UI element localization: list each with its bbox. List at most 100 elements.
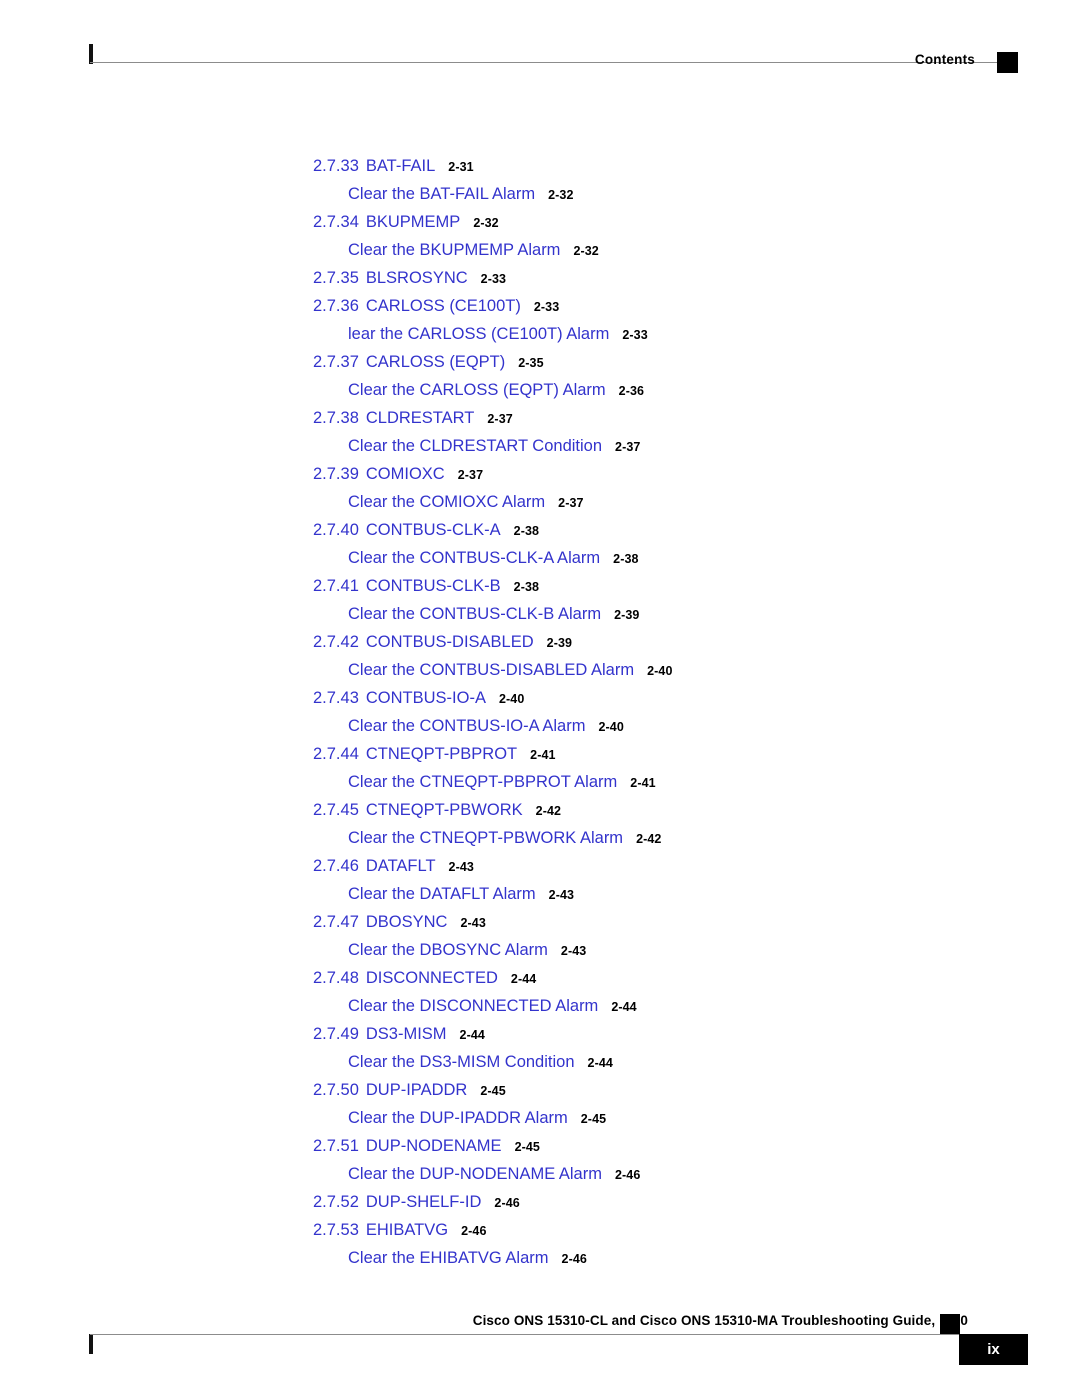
toc-entry-title[interactable]: CONTBUS-IO-A	[366, 689, 486, 707]
toc-entry-page-number[interactable]: 2-40	[598, 720, 623, 734]
toc-entry[interactable]: Clear the BKUPMEMP Alarm 2-32	[0, 236, 1080, 264]
toc-entry-page-number[interactable]: 2-37	[487, 412, 512, 426]
toc-entry[interactable]: 2.7.46 DATAFLT 2-43	[0, 852, 1080, 880]
toc-entry[interactable]: 2.7.42 CONTBUS-DISABLED 2-39	[0, 628, 1080, 656]
toc-entry[interactable]: Clear the CONTBUS-IO-A Alarm 2-40	[0, 712, 1080, 740]
toc-entry-title[interactable]: Clear the BAT-FAIL Alarm	[348, 185, 535, 203]
toc-entry[interactable]: 2.7.52 DUP-SHELF-ID 2-46	[0, 1188, 1080, 1216]
toc-entry[interactable]: Clear the EHIBATVG Alarm 2-46	[0, 1244, 1080, 1272]
toc-entry[interactable]: 2.7.48 DISCONNECTED 2-44	[0, 964, 1080, 992]
toc-entry-page-number[interactable]: 2-43	[449, 860, 474, 874]
toc-entry-title[interactable]: Clear the CONTBUS-DISABLED Alarm	[348, 661, 634, 679]
toc-entry-title[interactable]: CTNEQPT-PBWORK	[366, 801, 523, 819]
toc-entry-title[interactable]: DUP-SHELF-ID	[366, 1193, 482, 1211]
toc-entry-title[interactable]: BKUPMEMP	[366, 213, 460, 231]
toc-entry-page-number[interactable]: 2-39	[614, 608, 639, 622]
toc-entry-title[interactable]: Clear the COMIOXC Alarm	[348, 493, 545, 511]
toc-entry-title[interactable]: Clear the CARLOSS (EQPT) Alarm	[348, 381, 606, 399]
toc-entry-page-number[interactable]: 2-46	[562, 1252, 587, 1266]
toc-entry-page-number[interactable]: 2-33	[622, 328, 647, 342]
toc-entry-title[interactable]: CTNEQPT-PBPROT	[366, 745, 517, 763]
toc-entry[interactable]: 2.7.53 EHIBATVG 2-46	[0, 1216, 1080, 1244]
toc-entry-page-number[interactable]: 2-45	[515, 1140, 540, 1154]
toc-entry-page-number[interactable]: 2-35	[518, 356, 543, 370]
toc-entry-title[interactable]: Clear the BKUPMEMP Alarm	[348, 241, 560, 259]
toc-entry-title[interactable]: DUP-IPADDR	[366, 1081, 467, 1099]
toc-entry[interactable]: Clear the CONTBUS-DISABLED Alarm 2-40	[0, 656, 1080, 684]
toc-entry-page-number[interactable]: 2-44	[611, 1000, 636, 1014]
toc-entry[interactable]: 2.7.47 DBOSYNC 2-43	[0, 908, 1080, 936]
toc-entry-page-number[interactable]: 2-37	[615, 440, 640, 454]
toc-entry-page-number[interactable]: 2-37	[558, 496, 583, 510]
toc-entry[interactable]: Clear the CONTBUS-CLK-B Alarm 2-39	[0, 600, 1080, 628]
toc-entry-title[interactable]: Clear the CTNEQPT-PBWORK Alarm	[348, 829, 623, 847]
toc-entry-page-number[interactable]: 2-46	[494, 1196, 519, 1210]
toc-entry-title[interactable]: Clear the DBOSYNC Alarm	[348, 941, 548, 959]
toc-entry[interactable]: Clear the CTNEQPT-PBWORK Alarm 2-42	[0, 824, 1080, 852]
toc-entry[interactable]: 2.7.45 CTNEQPT-PBWORK 2-42	[0, 796, 1080, 824]
toc-entry-page-number[interactable]: 2-32	[473, 216, 498, 230]
toc-entry[interactable]: 2.7.36 CARLOSS (CE100T) 2-33	[0, 292, 1080, 320]
toc-entry-page-number[interactable]: 2-38	[514, 580, 539, 594]
toc-entry-title[interactable]: Clear the DS3-MISM Condition	[348, 1053, 575, 1071]
toc-entry-page-number[interactable]: 2-36	[619, 384, 644, 398]
toc-entry-title[interactable]: Clear the DISCONNECTED Alarm	[348, 997, 598, 1015]
toc-entry[interactable]: Clear the CLDRESTART Condition 2-37	[0, 432, 1080, 460]
toc-entry-page-number[interactable]: 2-43	[561, 944, 586, 958]
toc-entry-title[interactable]: CLDRESTART	[366, 409, 475, 427]
toc-entry-page-number[interactable]: 2-33	[534, 300, 559, 314]
toc-entry[interactable]: 2.7.34 BKUPMEMP 2-32	[0, 208, 1080, 236]
toc-entry-page-number[interactable]: 2-41	[530, 748, 555, 762]
toc-entry-page-number[interactable]: 2-41	[630, 776, 655, 790]
toc-entry-page-number[interactable]: 2-44	[511, 972, 536, 986]
toc-entry-page-number[interactable]: 2-46	[615, 1168, 640, 1182]
toc-entry-page-number[interactable]: 2-40	[499, 692, 524, 706]
toc-entry[interactable]: Clear the DUP-NODENAME Alarm 2-46	[0, 1160, 1080, 1188]
toc-entry-page-number[interactable]: 2-33	[481, 272, 506, 286]
toc-entry-title[interactable]: Clear the CONTBUS-CLK-A Alarm	[348, 549, 600, 567]
toc-entry-page-number[interactable]: 2-44	[460, 1028, 485, 1042]
toc-entry[interactable]: 2.7.38 CLDRESTART 2-37	[0, 404, 1080, 432]
toc-entry-title[interactable]: CONTBUS-CLK-A	[366, 521, 501, 539]
toc-entry-title[interactable]: CONTBUS-DISABLED	[366, 633, 534, 651]
toc-entry-page-number[interactable]: 2-37	[458, 468, 483, 482]
toc-entry[interactable]: Clear the CTNEQPT-PBPROT Alarm 2-41	[0, 768, 1080, 796]
toc-entry[interactable]: 2.7.37 CARLOSS (EQPT) 2-35	[0, 348, 1080, 376]
toc-entry[interactable]: 2.7.49 DS3-MISM 2-44	[0, 1020, 1080, 1048]
toc-entry[interactable]: 2.7.50 DUP-IPADDR 2-45	[0, 1076, 1080, 1104]
toc-entry-page-number[interactable]: 2-46	[461, 1224, 486, 1238]
toc-entry[interactable]: 2.7.41 CONTBUS-CLK-B 2-38	[0, 572, 1080, 600]
toc-entry-title[interactable]: Clear the DATAFLT Alarm	[348, 885, 536, 903]
toc-entry-page-number[interactable]: 2-38	[613, 552, 638, 566]
toc-entry-page-number[interactable]: 2-43	[460, 916, 485, 930]
toc-entry-title[interactable]: BLSROSYNC	[366, 269, 468, 287]
toc-entry-page-number[interactable]: 2-45	[581, 1112, 606, 1126]
toc-entry-title[interactable]: Clear the DUP-IPADDR Alarm	[348, 1109, 568, 1127]
toc-entry[interactable]: Clear the DS3-MISM Condition 2-44	[0, 1048, 1080, 1076]
toc-entry-page-number[interactable]: 2-42	[536, 804, 561, 818]
toc-entry-page-number[interactable]: 2-44	[588, 1056, 613, 1070]
toc-entry-title[interactable]: CONTBUS-CLK-B	[366, 577, 501, 595]
toc-entry-page-number[interactable]: 2-40	[647, 664, 672, 678]
toc-entry-title[interactable]: Clear the CTNEQPT-PBPROT Alarm	[348, 773, 617, 791]
toc-entry-page-number[interactable]: 2-31	[448, 160, 473, 174]
toc-entry[interactable]: Clear the CARLOSS (EQPT) Alarm 2-36	[0, 376, 1080, 404]
toc-entry-title[interactable]: Clear the DUP-NODENAME Alarm	[348, 1165, 602, 1183]
toc-entry[interactable]: 2.7.40 CONTBUS-CLK-A 2-38	[0, 516, 1080, 544]
toc-entry-title[interactable]: COMIOXC	[366, 465, 445, 483]
toc-entry-page-number[interactable]: 2-43	[549, 888, 574, 902]
toc-entry-page-number[interactable]: 2-39	[547, 636, 572, 650]
toc-entry-title[interactable]: Clear the CONTBUS-CLK-B Alarm	[348, 605, 601, 623]
toc-entry[interactable]: Clear the CONTBUS-CLK-A Alarm 2-38	[0, 544, 1080, 572]
toc-entry-title[interactable]: DBOSYNC	[366, 913, 448, 931]
toc-entry-title[interactable]: lear the CARLOSS (CE100T) Alarm	[348, 325, 609, 343]
toc-entry[interactable]: Clear the DATAFLT Alarm 2-43	[0, 880, 1080, 908]
toc-entry[interactable]: Clear the DBOSYNC Alarm 2-43	[0, 936, 1080, 964]
toc-entry-title[interactable]: EHIBATVG	[366, 1221, 448, 1239]
toc-entry-title[interactable]: DS3-MISM	[366, 1025, 447, 1043]
toc-entry[interactable]: Clear the DUP-IPADDR Alarm 2-45	[0, 1104, 1080, 1132]
toc-entry[interactable]: 2.7.43 CONTBUS-IO-A 2-40	[0, 684, 1080, 712]
toc-entry[interactable]: 2.7.33 BAT-FAIL 2-31	[0, 152, 1080, 180]
toc-entry[interactable]: Clear the DISCONNECTED Alarm 2-44	[0, 992, 1080, 1020]
toc-entry[interactable]: Clear the COMIOXC Alarm 2-37	[0, 488, 1080, 516]
